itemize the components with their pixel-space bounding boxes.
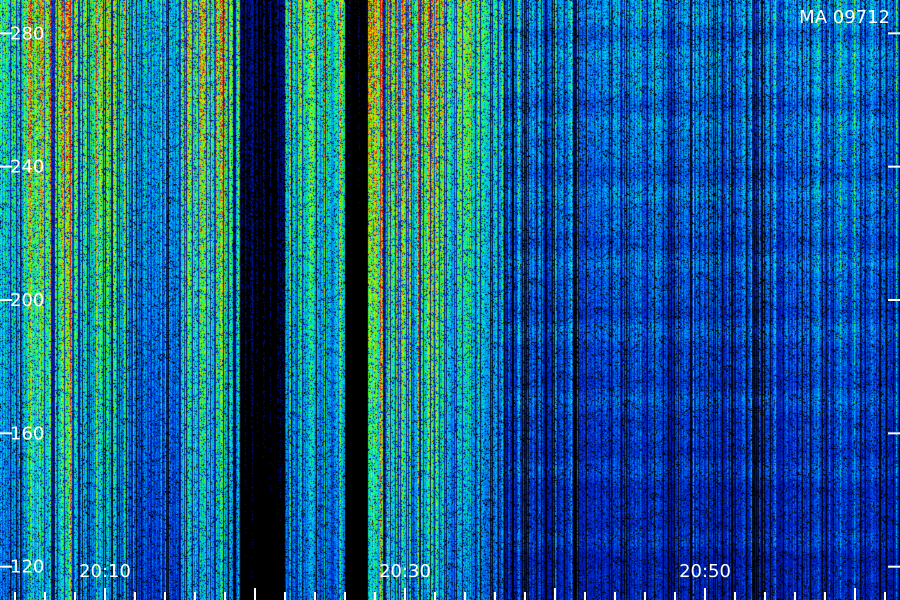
y-axis: 120 160 200 240 280	[0, 23, 900, 578]
x-tick-label: 20:10	[79, 561, 131, 582]
chart-overlay: 120 160 200 240 280 20:10 20:30 20:50 MA 09712	[0, 7, 900, 600]
x-tick-label: 20:30	[379, 561, 431, 582]
y-tick-label: 120	[10, 557, 44, 578]
y-tick-label: 200	[10, 290, 44, 311]
x-axis: 20:10 20:30 20:50	[14, 561, 886, 600]
chart-title: MA 09712	[799, 7, 890, 28]
y-tick-label: 280	[10, 23, 44, 44]
y-tick-label: 240	[10, 157, 44, 178]
y-tick-label: 160	[10, 423, 44, 444]
x-tick-label: 20:50	[679, 561, 731, 582]
